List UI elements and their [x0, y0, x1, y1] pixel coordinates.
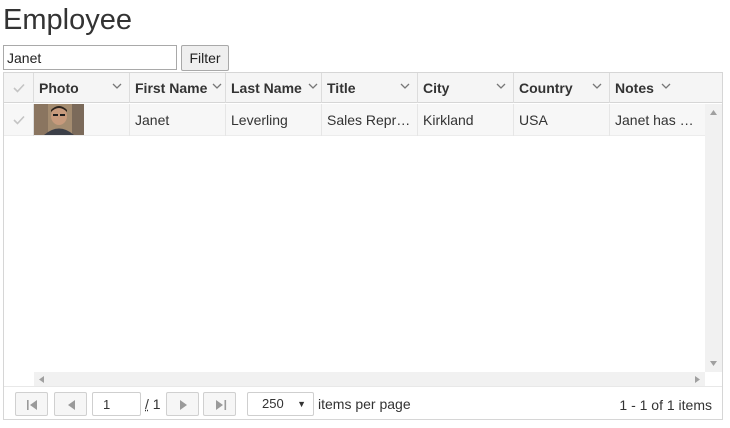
cell-city: Kirkland: [418, 104, 514, 136]
pager: / 1 250 ▼ items per page 1 - 1 of 1 item…: [4, 386, 722, 419]
column-header-label: City: [423, 80, 450, 96]
page-size-select[interactable]: 250 ▼: [247, 392, 314, 416]
horizontal-scrollbar[interactable]: [34, 372, 705, 386]
scroll-right-icon[interactable]: [695, 376, 700, 383]
column-menu-chevron-icon[interactable]: [495, 73, 507, 103]
cell-title: Sales Repr…: [322, 104, 418, 136]
next-page-button[interactable]: [166, 392, 199, 416]
next-page-icon: [180, 400, 187, 410]
row-select-checkbox[interactable]: [4, 104, 34, 136]
page-total: / 1: [145, 396, 161, 412]
column-header-country[interactable]: Country: [514, 73, 610, 103]
pager-summary: 1 - 1 of 1 items: [619, 397, 712, 413]
column-header-photo[interactable]: Photo: [34, 73, 130, 103]
column-header-label: Photo: [39, 80, 79, 96]
column-menu-chevron-icon[interactable]: [591, 73, 603, 103]
check-icon: [13, 115, 25, 125]
page-size-value: 250: [262, 396, 284, 411]
scroll-left-icon[interactable]: [39, 376, 44, 383]
grid-header: Photo First Name Last Name Title City Co…: [4, 73, 722, 103]
column-header-label: Last Name: [231, 80, 302, 96]
column-header-notes[interactable]: Notes: [610, 73, 722, 103]
column-header-label: First Name: [135, 80, 208, 96]
column-header-title[interactable]: Title: [322, 73, 418, 103]
cell-photo: [34, 104, 130, 136]
page-title: Employee: [3, 4, 132, 36]
last-page-button[interactable]: [203, 392, 236, 416]
cell-notes: Janet has …: [615, 112, 694, 128]
column-menu-chevron-icon[interactable]: [211, 73, 223, 103]
previous-page-icon: [68, 400, 75, 410]
first-page-icon: [27, 400, 37, 410]
filter-input[interactable]: [3, 45, 177, 70]
column-menu-chevron-icon[interactable]: [399, 73, 411, 103]
column-header-label: Country: [519, 80, 573, 96]
cell-last-name: Leverling: [226, 104, 322, 136]
column-header-label: Notes: [615, 80, 654, 96]
check-icon: [13, 83, 25, 93]
column-menu-chevron-icon[interactable]: [660, 73, 672, 103]
vertical-scrollbar[interactable]: [705, 104, 722, 372]
cell-first-name: Janet: [130, 104, 226, 136]
items-per-page-label: items per page: [318, 396, 411, 412]
column-menu-chevron-icon[interactable]: [111, 73, 123, 103]
column-header-last-name[interactable]: Last Name: [226, 73, 322, 103]
page-number-input[interactable]: [92, 392, 141, 416]
total-pages: 1: [152, 396, 161, 412]
last-page-icon: [216, 400, 227, 410]
employee-photo: [34, 104, 84, 135]
column-header-city[interactable]: City: [418, 73, 514, 103]
scroll-down-icon[interactable]: [710, 361, 717, 366]
grid-body: Janet Leverling Sales Repr… Kirkland USA…: [4, 104, 705, 372]
column-header-label: Title: [327, 80, 356, 96]
scrollbar-corner: [705, 372, 722, 386]
previous-page-button[interactable]: [54, 392, 87, 416]
first-page-button[interactable]: [15, 392, 48, 416]
dropdown-caret-icon: ▼: [297, 399, 306, 409]
cell-country: USA: [514, 104, 610, 136]
employee-grid: Photo First Name Last Name Title City Co…: [3, 72, 723, 420]
column-menu-chevron-icon[interactable]: [307, 73, 319, 103]
column-header-first-name[interactable]: First Name: [130, 73, 226, 103]
scroll-up-icon[interactable]: [710, 110, 717, 115]
table-row[interactable]: Janet Leverling Sales Repr… Kirkland USA…: [4, 104, 705, 136]
filter-button[interactable]: Filter: [181, 45, 229, 71]
select-all-checkbox[interactable]: [4, 73, 34, 103]
